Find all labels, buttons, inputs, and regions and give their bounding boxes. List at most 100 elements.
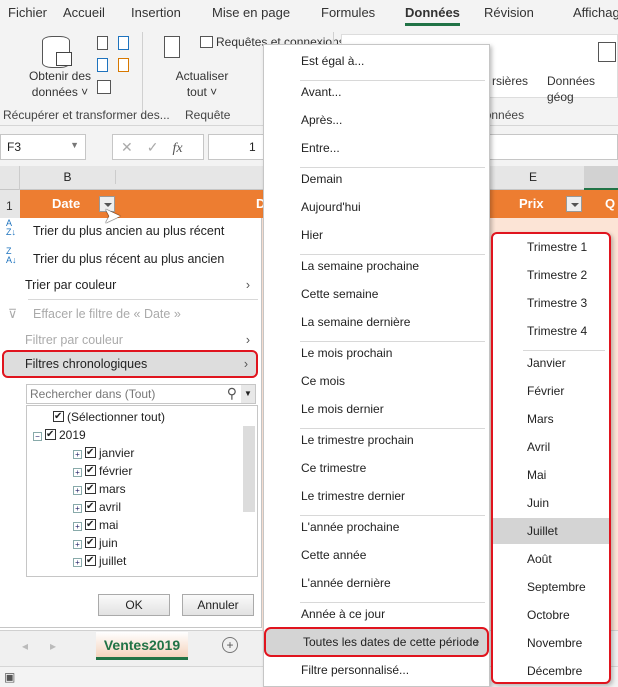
period-item[interactable]: Trimestre 1 (493, 234, 609, 260)
stocks-button[interactable]: rsières (492, 73, 528, 89)
from-web-icon[interactable] (97, 58, 108, 72)
date-filter-item[interactable]: La semaine prochaine (264, 253, 489, 279)
checkbox-checked[interactable] (53, 408, 64, 426)
ribbon-tab-2[interactable]: Insertion (131, 5, 181, 20)
refresh-all-button[interactable]: Actualiser tout ˅ (170, 68, 234, 100)
date-filter-item[interactable]: Cette semaine (264, 281, 489, 307)
geography-button[interactable]: Données géog (547, 73, 618, 105)
period-item[interactable]: Trimestre 3 (493, 290, 609, 316)
scroll-left-icon[interactable]: ◂ (22, 639, 28, 653)
search-input[interactable]: Rechercher dans (Tout) ⚲ ▼ (26, 384, 256, 404)
date-filters[interactable]: Filtres chronologiques › (2, 350, 258, 378)
date-filter-item[interactable]: Après... (264, 107, 489, 133)
period-item[interactable]: Juillet (493, 518, 609, 544)
period-item[interactable]: Août (493, 546, 609, 572)
insert-function-icon[interactable]: fx (172, 141, 182, 156)
checkbox-checked[interactable] (85, 480, 96, 498)
period-item[interactable]: Trimestre 4 (493, 318, 609, 344)
tree-item[interactable]: + mai (73, 516, 118, 534)
name-box[interactable]: F3 ▼ (0, 134, 86, 160)
period-item[interactable]: Octobre (493, 602, 609, 628)
period-item[interactable]: Mai (493, 462, 609, 488)
date-filter-item[interactable]: Demain (264, 166, 489, 192)
tree-item[interactable]: (Sélectionner tout) (53, 408, 165, 426)
recent-sources-icon[interactable] (118, 36, 129, 50)
add-sheet-button[interactable]: + (222, 637, 238, 653)
date-filter-item[interactable]: Cette année (264, 542, 489, 568)
column-header-e[interactable]: E (490, 170, 576, 184)
expand-icon[interactable]: + (73, 540, 82, 549)
date-filter-item[interactable]: Le trimestre prochain (264, 427, 489, 453)
period-item[interactable]: Trimestre 2 (493, 262, 609, 288)
date-filter-item[interactable]: Aujourd'hui (264, 194, 489, 220)
ribbon-tab-3[interactable]: Mise en page (212, 5, 290, 20)
date-filter-item[interactable]: Est égal à... (264, 48, 489, 74)
clear-filter[interactable]: ⊽ Effacer le filtre de « Date » (0, 302, 258, 326)
column-header-f[interactable] (584, 166, 618, 190)
get-data-button[interactable]: Obtenir des données ˅ (22, 68, 98, 100)
expand-icon[interactable]: + (73, 450, 82, 459)
collapse-icon[interactable]: − (33, 432, 42, 441)
ok-button[interactable]: OK (98, 594, 170, 616)
checkbox-checked[interactable] (45, 426, 56, 444)
period-item[interactable]: Novembre (493, 630, 609, 656)
sheet-tab-ventes2019[interactable]: Ventes2019 (96, 632, 188, 660)
date-filter-item[interactable]: Toutes les dates de cette période › (264, 627, 489, 657)
period-item[interactable]: Janvier (493, 350, 609, 376)
sort-by-color[interactable]: Trier par couleur › (0, 273, 258, 297)
date-filter-item[interactable]: Filtre personnalisé... (264, 657, 489, 683)
checkbox-checked[interactable] (85, 534, 96, 552)
date-filter-item[interactable]: Année à ce jour (264, 601, 489, 627)
date-filter-item[interactable]: Hier (264, 222, 489, 248)
scrollbar-thumb[interactable] (243, 426, 255, 512)
sort-ascending[interactable]: A Z↓ Trier du plus ancien au plus récent (0, 219, 258, 243)
scroll-right-icon[interactable]: ▸ (50, 639, 56, 653)
ribbon-tab-5[interactable]: Données (405, 5, 460, 26)
ribbon-tab-6[interactable]: Révision (484, 5, 534, 20)
date-filter-item[interactable]: Le trimestre dernier (264, 483, 489, 509)
period-item[interactable]: Avril (493, 434, 609, 460)
date-filter-item[interactable]: Entre... (264, 135, 489, 161)
checkbox-checked[interactable] (85, 444, 96, 462)
row-number[interactable]: 1 (0, 190, 20, 218)
tree-item[interactable]: − 2019 (33, 426, 86, 444)
sort-descending[interactable]: Z A↓ Trier du plus récent au plus ancien (0, 247, 258, 271)
date-filter-item[interactable]: Ce mois (264, 368, 489, 394)
expand-icon[interactable]: + (73, 558, 82, 567)
column-header-b[interactable]: B (20, 170, 116, 184)
ribbon-tab-4[interactable]: Formules (321, 5, 375, 20)
cancel-button[interactable]: Annuler (182, 594, 254, 616)
from-text-icon[interactable] (97, 36, 108, 50)
checkbox-checked[interactable] (85, 498, 96, 516)
checkbox-checked[interactable] (85, 552, 96, 570)
filter-dropdown-prix[interactable] (566, 196, 582, 212)
period-item[interactable]: Février (493, 378, 609, 404)
macro-record-icon[interactable]: ▣ (4, 670, 15, 684)
from-table-icon[interactable] (97, 80, 111, 94)
tree-item[interactable]: + avril (73, 498, 121, 516)
period-item[interactable]: Mars (493, 406, 609, 432)
date-filter-item[interactable]: L'année dernière (264, 570, 489, 596)
tree-item[interactable]: + juin (73, 534, 118, 552)
enter-icon[interactable]: ✓ (147, 139, 173, 155)
expand-icon[interactable]: + (73, 504, 82, 513)
filter-by-color[interactable]: Filtrer par couleur › (0, 328, 258, 352)
date-filter-item[interactable]: Le mois prochain (264, 340, 489, 366)
tree-item[interactable]: + février (73, 462, 132, 480)
expand-icon[interactable]: + (73, 522, 82, 531)
date-filter-item[interactable]: Le mois dernier (264, 396, 489, 422)
date-filter-item[interactable]: Avant... (264, 79, 489, 105)
period-item[interactable]: Juin (493, 490, 609, 516)
cancel-icon[interactable]: ✕ (121, 139, 147, 155)
tree-item[interactable]: + janvier (73, 444, 134, 462)
existing-connections-icon[interactable] (118, 58, 129, 72)
chevron-down-icon[interactable]: ▼ (241, 385, 255, 403)
expand-icon[interactable]: + (73, 486, 82, 495)
period-item[interactable]: Décembre (493, 658, 609, 684)
ribbon-tab-1[interactable]: Accueil (63, 5, 105, 20)
tree-item[interactable]: + mars (73, 480, 126, 498)
tree-item[interactable]: + juillet (73, 552, 126, 570)
select-all-button[interactable] (0, 166, 20, 190)
period-item[interactable]: Septembre (493, 574, 609, 600)
date-filter-item[interactable]: Ce trimestre (264, 455, 489, 481)
